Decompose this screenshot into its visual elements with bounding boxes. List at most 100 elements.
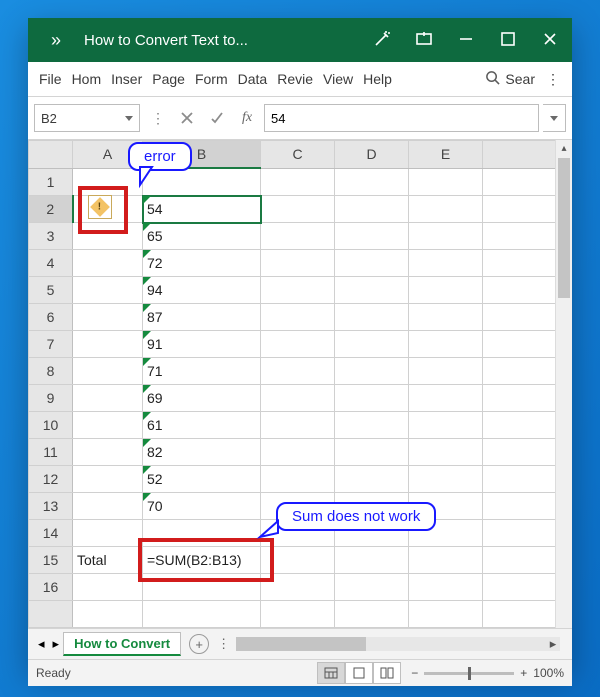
tab-view[interactable]: View [318, 71, 358, 87]
scroll-up-icon[interactable]: ▴ [556, 140, 572, 156]
expand-formula-bar[interactable] [543, 104, 566, 132]
cell[interactable] [261, 196, 335, 223]
cell[interactable] [335, 250, 409, 277]
tab-data[interactable]: Data [233, 71, 273, 87]
zoom-out-button[interactable]: − [411, 666, 418, 680]
name-box-options[interactable]: ⋮ [144, 105, 170, 131]
maximize-button[interactable] [500, 31, 516, 50]
chevron-down-icon[interactable] [125, 116, 133, 121]
cell[interactable] [409, 493, 483, 520]
cell-B2[interactable]: 54 [143, 196, 261, 223]
cell[interactable] [409, 547, 483, 574]
sheet-tab-active[interactable]: How to Convert [63, 632, 181, 656]
cell[interactable]: 72 [143, 250, 261, 277]
cell[interactable] [409, 385, 483, 412]
tab-formulas[interactable]: Form [190, 71, 233, 87]
formula-input[interactable]: 54 [264, 104, 539, 132]
cell[interactable] [73, 412, 143, 439]
cell[interactable] [261, 168, 335, 196]
cell[interactable] [409, 168, 483, 196]
row-header[interactable]: 7 [29, 331, 73, 358]
cell[interactable] [335, 574, 409, 601]
minimize-button[interactable] [458, 31, 474, 50]
row-header[interactable]: 8 [29, 358, 73, 385]
cell[interactable] [261, 412, 335, 439]
cell[interactable] [409, 466, 483, 493]
cell[interactable] [73, 493, 143, 520]
cell[interactable]: 52 [143, 466, 261, 493]
zoom-slider[interactable] [424, 672, 514, 675]
horizontal-scrollbar[interactable]: ◂ ▸ [236, 637, 560, 651]
cell[interactable] [143, 168, 261, 196]
cell[interactable] [73, 466, 143, 493]
cell[interactable] [409, 196, 483, 223]
tab-help[interactable]: Help [358, 71, 397, 87]
cell[interactable] [335, 385, 409, 412]
search-icon[interactable] [485, 70, 500, 88]
tab-insert[interactable]: Inser [106, 71, 147, 87]
cell[interactable] [409, 304, 483, 331]
cell-A15[interactable]: Total [73, 547, 143, 574]
col-header-C[interactable]: C [261, 141, 335, 169]
cell[interactable] [73, 574, 143, 601]
cell[interactable] [409, 358, 483, 385]
cell[interactable] [335, 547, 409, 574]
tab-file[interactable]: File [34, 71, 67, 87]
cell[interactable] [261, 304, 335, 331]
cell[interactable] [73, 223, 143, 250]
cell[interactable]: 61 [143, 412, 261, 439]
row-header[interactable]: 12 [29, 466, 73, 493]
cell[interactable] [143, 520, 261, 547]
cell[interactable] [409, 331, 483, 358]
row-header[interactable]: 10 [29, 412, 73, 439]
vertical-scrollbar[interactable]: ▴ [555, 140, 572, 628]
cell[interactable] [261, 520, 335, 547]
row-header[interactable]: 13 [29, 493, 73, 520]
row-header[interactable]: 14 [29, 520, 73, 547]
tab-nav-left[interactable]: ◂ [34, 636, 49, 652]
cell[interactable] [335, 223, 409, 250]
cell[interactable] [335, 601, 409, 628]
cell[interactable]: 94 [143, 277, 261, 304]
cell[interactable]: 69 [143, 385, 261, 412]
tab-home[interactable]: Hom [67, 71, 107, 87]
zoom-in-button[interactable]: + [520, 666, 527, 680]
cell[interactable] [409, 439, 483, 466]
cell[interactable] [261, 547, 335, 574]
cell[interactable]: 70 [143, 493, 261, 520]
cell[interactable] [73, 520, 143, 547]
cell[interactable] [409, 574, 483, 601]
page-break-view-button[interactable] [373, 662, 401, 684]
cell[interactable] [409, 277, 483, 304]
row-header[interactable]: 15 [29, 547, 73, 574]
col-header-B[interactable]: B [143, 141, 261, 169]
cell[interactable] [73, 331, 143, 358]
cell[interactable]: 71 [143, 358, 261, 385]
scroll-thumb[interactable] [558, 158, 570, 298]
cell[interactable] [261, 493, 335, 520]
cell[interactable] [261, 223, 335, 250]
scroll-thumb[interactable] [236, 637, 366, 651]
cell[interactable] [409, 223, 483, 250]
cell[interactable] [261, 574, 335, 601]
cell[interactable] [335, 493, 409, 520]
cell[interactable]: 91 [143, 331, 261, 358]
cell[interactable] [73, 250, 143, 277]
tab-options-icon[interactable]: ⋮ [217, 636, 230, 652]
cell[interactable] [335, 412, 409, 439]
cell[interactable] [261, 601, 335, 628]
cell[interactable] [73, 385, 143, 412]
cell[interactable] [261, 385, 335, 412]
cell[interactable] [261, 439, 335, 466]
cell[interactable] [409, 601, 483, 628]
new-sheet-button[interactable]: + [189, 634, 209, 654]
normal-view-button[interactable] [317, 662, 345, 684]
cell[interactable]: 82 [143, 439, 261, 466]
cell[interactable] [143, 601, 261, 628]
cell[interactable] [335, 196, 409, 223]
wand-icon[interactable] [374, 31, 390, 50]
cell[interactable] [73, 304, 143, 331]
cell[interactable] [261, 358, 335, 385]
cell[interactable] [409, 412, 483, 439]
cell[interactable] [409, 520, 483, 547]
